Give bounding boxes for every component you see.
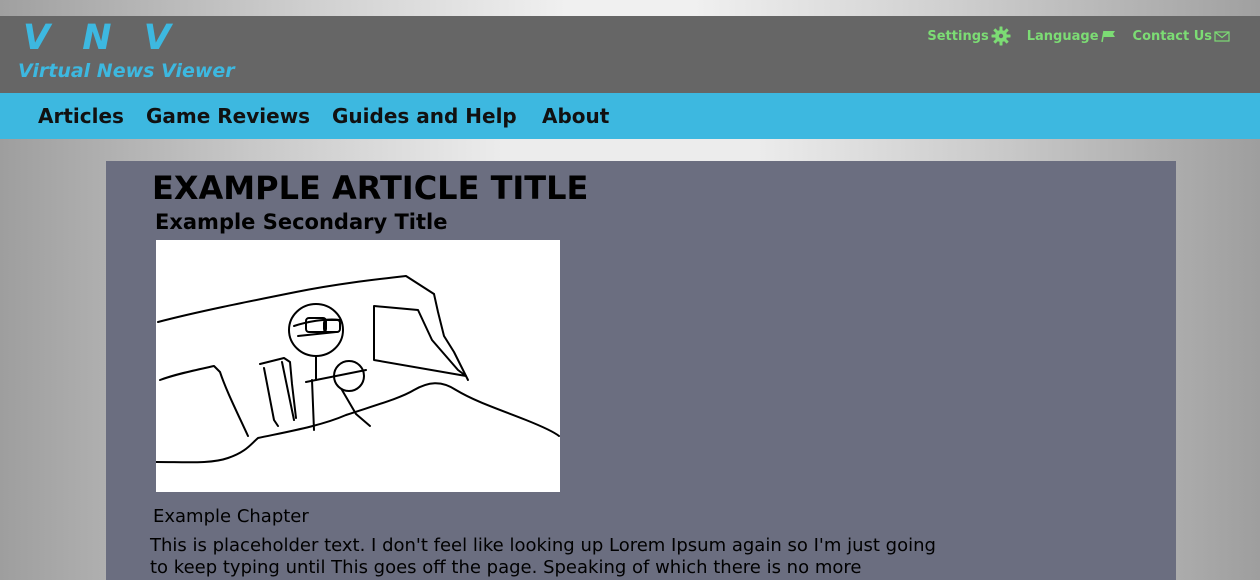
- flag-icon: [1100, 30, 1115, 43]
- nav-game-reviews[interactable]: Game Reviews: [146, 104, 310, 128]
- envelope-icon: [1214, 31, 1230, 42]
- site-header: V N V Virtual News Viewer Settings Langu…: [0, 16, 1260, 93]
- chapter-heading: Example Chapter: [153, 506, 309, 527]
- contact-link[interactable]: Contact Us: [1133, 29, 1230, 44]
- article-image: [155, 240, 560, 492]
- article-secondary-title: Example Secondary Title: [155, 210, 448, 234]
- top-gradient-strip: [0, 0, 1260, 16]
- header-links: Settings Language Contact Us: [927, 26, 1230, 46]
- site-tagline: Virtual News Viewer: [18, 60, 235, 82]
- nav-articles[interactable]: Articles: [38, 104, 124, 128]
- main-nav: Articles Game Reviews Guides and Help Ab…: [0, 93, 1260, 139]
- article-body: This is placeholder text. I don't feel l…: [150, 535, 936, 578]
- settings-link[interactable]: Settings: [927, 26, 1011, 46]
- article-container: EXAMPLE ARTICLE TITLE Example Secondary …: [106, 161, 1176, 580]
- contact-link-label: Contact Us: [1132, 28, 1212, 44]
- language-link[interactable]: Language: [1027, 29, 1117, 44]
- sketch-drawing: [155, 275, 560, 464]
- site-logo[interactable]: V N V: [23, 18, 181, 58]
- nav-about[interactable]: About: [542, 104, 609, 128]
- nav-guides-and-help[interactable]: Guides and Help: [332, 104, 517, 128]
- language-link-label: Language: [1026, 28, 1099, 44]
- gear-icon: [991, 26, 1011, 46]
- settings-link-label: Settings: [927, 28, 989, 44]
- article-title: EXAMPLE ARTICLE TITLE: [152, 169, 589, 207]
